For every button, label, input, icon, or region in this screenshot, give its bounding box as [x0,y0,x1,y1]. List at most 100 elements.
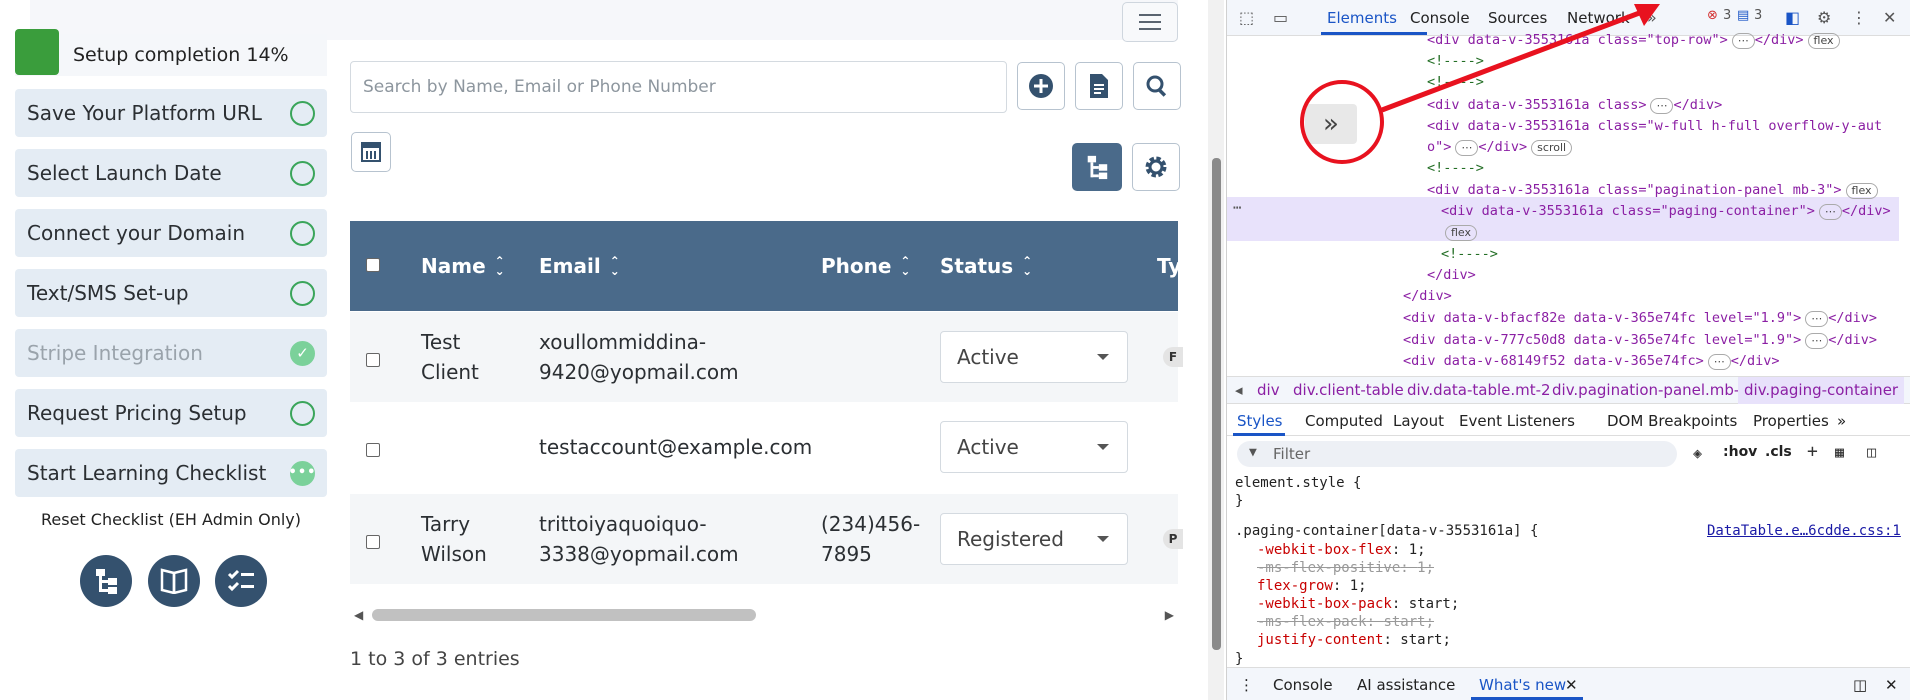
drawer-tab-ai-assistance[interactable]: AI assistance [1357,676,1455,694]
email-column-header[interactable]: Email ⌃ ⌄ [539,221,621,311]
sidebar-toggle-icon[interactable]: ◫ [1867,443,1876,461]
css-declaration[interactable]: -ms-flex-positive: 1; [1257,559,1434,577]
collapsed-ellipsis[interactable]: ⋯ [1455,140,1479,156]
css-declaration[interactable]: -webkit-box-flex: 1; [1257,541,1426,559]
search-button[interactable] [1133,62,1181,110]
error-icon[interactable]: ⊗ [1707,8,1718,23]
inspect-element-icon[interactable]: ⬚ [1239,8,1254,27]
tab-computed[interactable]: Computed [1305,412,1383,430]
layout-badge[interactable]: flex [1807,33,1840,49]
drawer-tab-whats-new[interactable]: What's new [1479,676,1566,694]
book-icon-button[interactable] [148,555,200,607]
tab-event-listeners[interactable]: Event Listeners [1459,412,1575,430]
checklist-item-stripe[interactable]: Stripe Integration ✓ [15,329,327,377]
dom-node-line[interactable]: <div data-v-3553161a class="pagination-p… [1427,180,1910,201]
css-declaration[interactable]: flex-grow: 1; [1257,577,1367,595]
hov-toggle[interactable]: :hov [1723,444,1757,460]
row-checkbox[interactable] [366,353,380,367]
collapsed-ellipsis[interactable]: ⋯ [1805,333,1829,349]
dom-node-line[interactable]: <div data-v-777c50d8 data-v-365e74fc lev… [1403,330,1910,351]
menu-toggle-button[interactable] [1122,2,1178,42]
close-drawer-icon[interactable]: ✕ [1885,676,1898,694]
dom-node-line[interactable]: <div data-v-3553161a class="paging-conta… [1441,201,1910,222]
name-column-header[interactable]: Name ⌃ ⌄ [421,221,506,311]
dom-node-line[interactable]: <div data-v-bfacf82e data-v-365e74fc lev… [1403,308,1910,329]
tab-properties[interactable]: Properties [1753,412,1829,430]
reset-checklist-link[interactable]: Reset Checklist (EH Admin Only) [15,510,327,529]
crumb-scroll-left-icon[interactable]: ◂ [1235,381,1243,399]
dom-node-line[interactable]: </div> [1427,265,1910,286]
kebab-menu-icon[interactable]: ⋮ [1851,8,1867,27]
row-checkbox[interactable] [366,443,380,457]
css-declaration[interactable]: -ms-flex-pack: start; [1257,613,1434,631]
tab-layout[interactable]: Layout [1393,412,1444,430]
node-ellipsis-icon[interactable]: ⋯ [1233,200,1241,216]
row-checkbox[interactable] [366,535,380,549]
scrollbar-thumb[interactable] [372,609,756,621]
breadcrumb-item[interactable]: div.data-table.mt-2 [1407,381,1551,399]
breadcrumb-item[interactable]: div.pagination-panel.mb-3 [1552,381,1749,399]
scroll-left-arrow-icon[interactable]: ◀ [354,608,363,622]
element-style-rule[interactable]: element.style { [1235,474,1361,492]
add-client-button[interactable] [1017,62,1065,110]
search-input[interactable]: Search by Name, Email or Phone Number [350,61,1007,113]
checklist-item-launch-date[interactable]: Select Launch Date [15,149,327,197]
status-select[interactable]: Registered [940,513,1128,565]
checklist-item-platform-url[interactable]: Save Your Platform URL [15,89,327,137]
breadcrumb-item[interactable]: div [1257,381,1280,399]
collapsed-ellipsis[interactable]: ⋯ [1818,204,1842,220]
checklist-item-sms[interactable]: Text/SMS Set-up [15,269,327,317]
type-column-header[interactable]: Ty [1157,221,1181,311]
ai-assist-icon[interactable]: ◧ [1785,8,1800,27]
tab-dom-breakpoints[interactable]: DOM Breakpoints [1607,412,1737,430]
layout-badge[interactable]: flex [1845,183,1878,199]
dom-node-line[interactable]: <div data-v-68149f52 data-v-365e74fc> ⋯ </… [1403,351,1910,372]
dock-side-icon[interactable]: ◫ [1853,676,1867,694]
table-horizontal-scrollbar[interactable]: ◀ ▶ [350,606,1178,622]
dom-node-line[interactable]: o"> ⋯ </div> scroll [1427,137,1910,158]
styles-filter-input[interactable]: Filter [1237,441,1677,467]
more-subtabs-icon[interactable]: » [1837,412,1846,430]
layout-badge[interactable]: scroll [1531,140,1573,156]
page-scrollbar-thumb[interactable] [1212,158,1221,650]
drawer-menu-icon[interactable]: ⋮ [1239,676,1254,694]
css-declaration[interactable]: -webkit-box-pack: start; [1257,595,1459,613]
checklist-item-pricing[interactable]: Request Pricing Setup [15,389,327,437]
dom-node-line[interactable]: </div> [1403,286,1910,307]
status-select[interactable]: Active [940,331,1128,383]
checklist-item-learning[interactable]: Start Learning Checklist ••• [15,449,327,497]
close-tab-icon[interactable]: ✕ [1565,676,1578,694]
hierarchy-view-button[interactable] [1072,143,1122,191]
dom-node-line[interactable]: <!----> [1441,244,1910,265]
css-declaration[interactable]: justify-content: start; [1257,631,1451,649]
export-table-button[interactable] [351,132,391,172]
device-toggle-icon[interactable]: ▭ [1273,8,1288,27]
status-select[interactable]: Active [940,421,1128,473]
phone-column-header[interactable]: Phone ⌃ ⌄ [821,221,911,311]
collapsed-ellipsis[interactable]: ⋯ [1707,354,1731,370]
checklist-icon-button[interactable] [215,555,267,607]
dom-node-line[interactable]: flex [1441,222,1910,243]
document-icon-button[interactable] [1075,62,1123,110]
collapsed-ellipsis[interactable]: ⋯ [1731,33,1755,49]
breadcrumb-item-active[interactable]: div.paging-container [1738,377,1905,404]
add-rule-icon[interactable]: + [1807,441,1818,462]
close-devtools-icon[interactable]: ✕ [1883,8,1896,27]
tab-styles[interactable]: Styles [1237,412,1283,430]
dom-node-line[interactable]: <!----> [1427,158,1910,179]
layout-badge[interactable]: flex [1445,225,1478,241]
select-all-checkbox[interactable] [366,258,380,272]
status-column-header[interactable]: Status ⌃ ⌄ [940,221,1033,311]
message-icon[interactable]: ▤ [1737,8,1749,23]
cls-toggle[interactable]: .cls [1765,444,1792,460]
settings-gear-icon[interactable]: ⚙ [1817,8,1831,27]
breadcrumb-item[interactable]: div.client-table [1293,381,1404,399]
collapsed-ellipsis[interactable]: ⋯ [1805,311,1829,327]
layers-icon[interactable]: ◈ [1693,444,1702,462]
paint-brush-icon[interactable]: ▦ [1835,443,1844,461]
scroll-right-arrow-icon[interactable]: ▶ [1165,608,1174,622]
sitemap-icon-button[interactable] [80,555,132,607]
css-source-link[interactable]: DataTable.e…6cdde.css:1 [1707,522,1901,540]
css-rule-selector[interactable]: .paging-container[data-v-3553161a] { [1235,522,1538,540]
checklist-item-domain[interactable]: Connect your Domain [15,209,327,257]
